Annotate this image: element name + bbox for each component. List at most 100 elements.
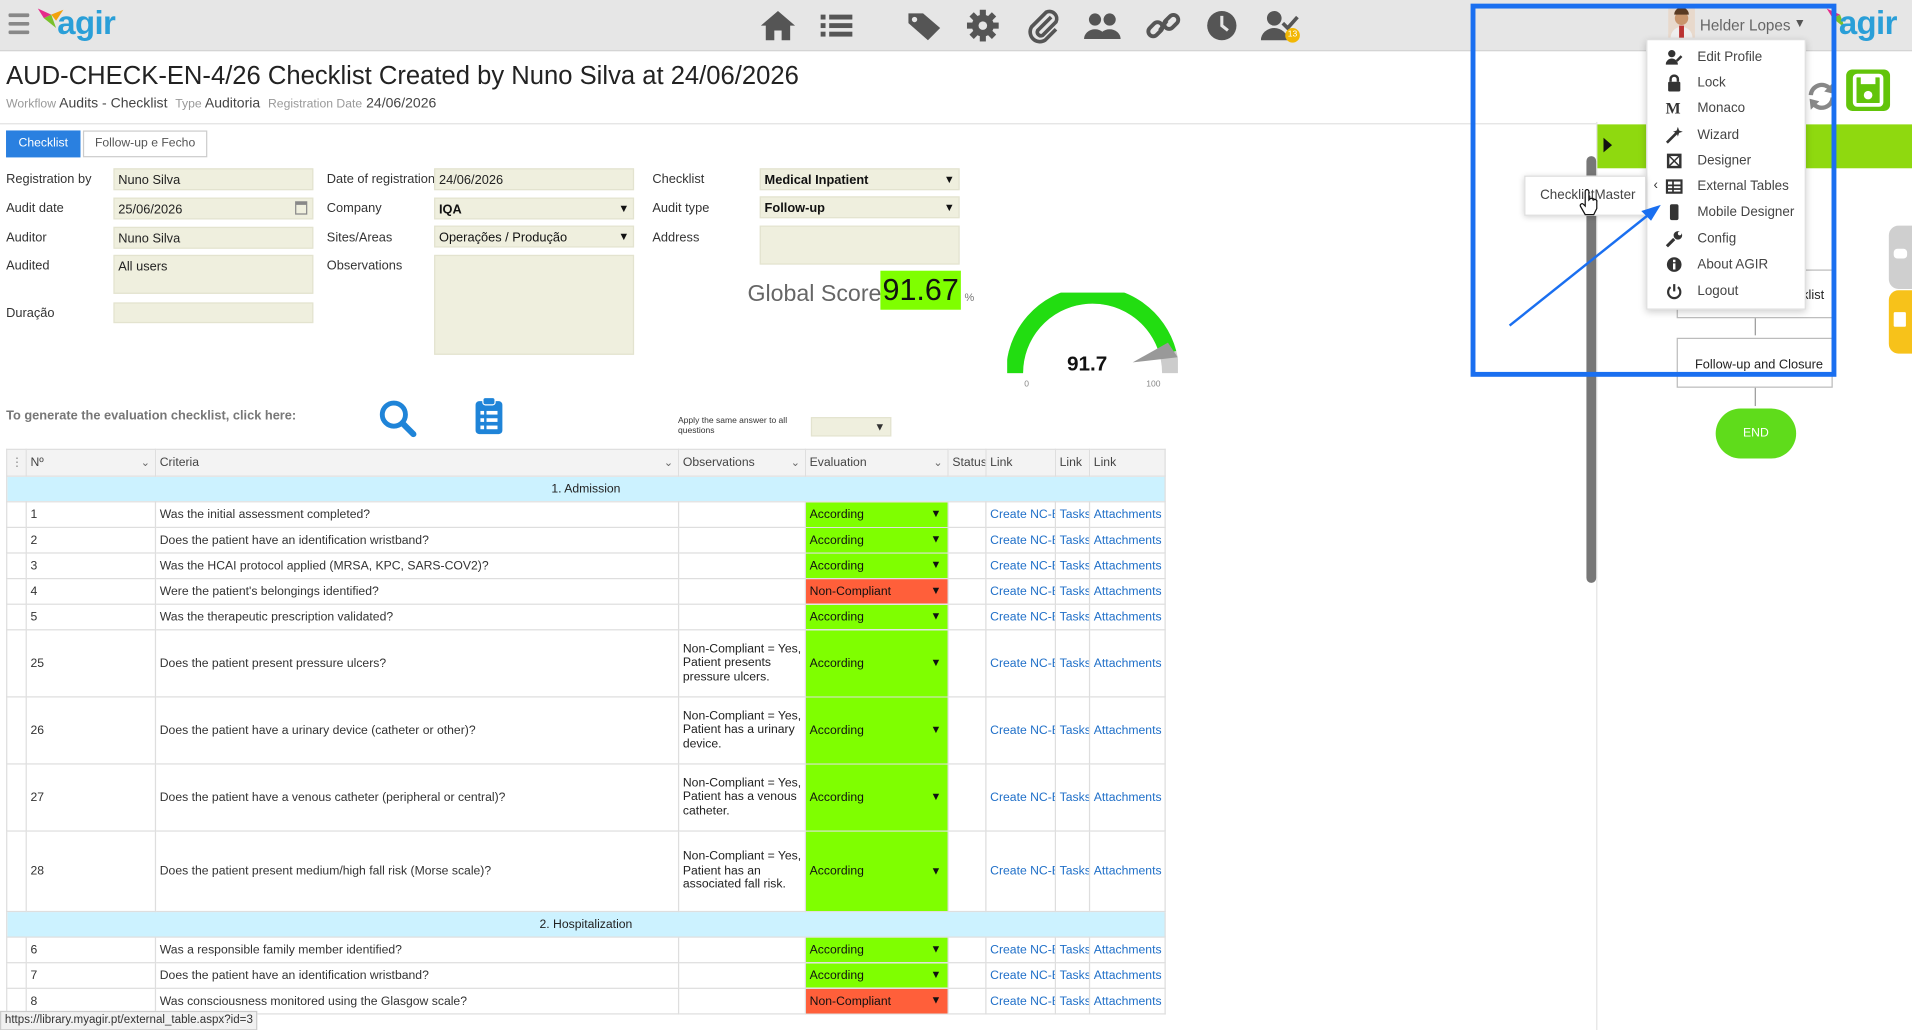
apply-same-answer-select[interactable]: ▼ bbox=[810, 417, 892, 437]
tab-checklist[interactable]: Checklist bbox=[6, 130, 81, 158]
create-nc-link[interactable]: Create NC-E bbox=[985, 987, 1056, 1015]
tasks-link[interactable]: Tasks bbox=[1054, 696, 1091, 765]
create-nc-link[interactable]: Create NC-E bbox=[985, 962, 1056, 989]
col-header-evaluation[interactable]: Evaluation ⌄ bbox=[804, 448, 949, 477]
paperclip-icon[interactable] bbox=[1024, 7, 1063, 44]
chat-side-tab[interactable] bbox=[1888, 225, 1912, 289]
col-header-link-2[interactable]: Link bbox=[1054, 448, 1091, 477]
attachments-link[interactable]: Attachments bbox=[1088, 501, 1166, 528]
row-observations[interactable] bbox=[677, 987, 807, 1015]
attachments-link[interactable]: Attachments bbox=[1088, 763, 1166, 832]
row-observations[interactable] bbox=[677, 552, 807, 580]
column-menu-icon[interactable]: ⋮ bbox=[6, 448, 27, 477]
registration-by-field[interactable]: Nuno Silva bbox=[113, 168, 314, 191]
row-evaluation-select[interactable]: According ▼ bbox=[804, 763, 949, 832]
tasks-link[interactable]: Tasks bbox=[1054, 962, 1091, 989]
attachments-link[interactable]: Attachments bbox=[1088, 552, 1166, 580]
sites-areas-select[interactable]: Operações / Produção ▼ bbox=[434, 225, 635, 248]
checklist-select[interactable]: Medical Inpatient ▼ bbox=[759, 168, 960, 191]
attachments-link[interactable]: Attachments bbox=[1088, 962, 1166, 989]
address-field[interactable] bbox=[759, 225, 960, 265]
audit-date-field[interactable]: 25/06/2026 bbox=[113, 197, 314, 220]
tasks-link[interactable]: Tasks bbox=[1054, 830, 1091, 913]
users-icon[interactable] bbox=[1083, 7, 1122, 44]
workflow-end[interactable]: END bbox=[1715, 408, 1797, 459]
row-observations[interactable]: Non-Compliant = Yes, Patient has a urina… bbox=[677, 696, 807, 765]
row-evaluation-select[interactable]: According ▼ bbox=[804, 936, 949, 964]
menu-item-external-tables[interactable]: ‹ External Tables bbox=[1647, 174, 1807, 200]
row-evaluation-select[interactable]: According ▼ bbox=[804, 603, 949, 631]
create-nc-link[interactable]: Create NC-E bbox=[985, 830, 1056, 913]
col-header-link-3[interactable]: Link bbox=[1088, 448, 1166, 477]
notes-side-tab[interactable] bbox=[1888, 290, 1912, 354]
create-nc-link[interactable]: Create NC-E bbox=[985, 552, 1056, 580]
list-icon[interactable] bbox=[817, 7, 856, 44]
attachments-link[interactable]: Attachments bbox=[1088, 936, 1166, 964]
tasks-link[interactable]: Tasks bbox=[1054, 603, 1091, 631]
row-observations[interactable] bbox=[677, 962, 807, 989]
home-icon[interactable] bbox=[758, 7, 797, 44]
tasks-link[interactable]: Tasks bbox=[1054, 629, 1091, 698]
row-observations[interactable] bbox=[677, 603, 807, 631]
row-observations[interactable]: Non-Compliant = Yes, Patient has an asso… bbox=[677, 830, 807, 913]
clipboard-icon[interactable] bbox=[473, 396, 505, 435]
col-header-observations[interactable]: Observations ⌄ bbox=[677, 448, 807, 477]
row-observations[interactable] bbox=[677, 936, 807, 964]
menu-item-config[interactable]: Config bbox=[1647, 227, 1807, 253]
user-check-icon[interactable]: 13 bbox=[1260, 7, 1300, 44]
search-icon[interactable] bbox=[378, 399, 417, 438]
create-nc-link[interactable]: Create NC-E bbox=[985, 936, 1056, 964]
date-of-registration-field[interactable]: 24/06/2026 bbox=[434, 168, 635, 191]
attachments-link[interactable]: Attachments bbox=[1088, 696, 1166, 765]
calendar-icon[interactable] bbox=[295, 201, 308, 215]
row-evaluation-select[interactable]: Non-Compliant ▼ bbox=[804, 577, 949, 605]
menu-item-wizard[interactable]: Wizard bbox=[1647, 123, 1807, 149]
create-nc-link[interactable]: Create NC-E bbox=[985, 501, 1056, 528]
link-icon[interactable] bbox=[1144, 7, 1183, 44]
row-evaluation-select[interactable]: According ▼ bbox=[804, 501, 949, 528]
attachments-link[interactable]: Attachments bbox=[1088, 526, 1166, 554]
create-nc-link[interactable]: Create NC-E bbox=[985, 603, 1056, 631]
auditor-field[interactable]: Nuno Silva bbox=[113, 226, 314, 249]
row-observations[interactable] bbox=[677, 577, 807, 605]
col-header-criteria[interactable]: Criteria ⌄ bbox=[154, 448, 680, 477]
hamburger-menu-icon[interactable] bbox=[8, 13, 30, 34]
row-observations[interactable]: Non-Compliant = Yes, Patient presents pr… bbox=[677, 629, 807, 698]
menu-item-lock[interactable]: Lock bbox=[1647, 71, 1807, 97]
create-nc-link[interactable]: Create NC-E bbox=[985, 763, 1056, 832]
row-evaluation-select[interactable]: According ▼ bbox=[804, 526, 949, 554]
attachments-link[interactable]: Attachments bbox=[1088, 830, 1166, 913]
duracao-field[interactable] bbox=[113, 302, 314, 324]
tags-icon[interactable] bbox=[905, 7, 944, 44]
attachments-link[interactable]: Attachments bbox=[1088, 577, 1166, 605]
tasks-link[interactable]: Tasks bbox=[1054, 577, 1091, 605]
gear-icon[interactable] bbox=[963, 7, 1002, 44]
tasks-link[interactable]: Tasks bbox=[1054, 552, 1091, 580]
create-nc-link[interactable]: Create NC-E bbox=[985, 526, 1056, 554]
audited-field[interactable]: All users bbox=[113, 254, 314, 294]
tab-follow-up[interactable]: Follow-up e Fecho bbox=[82, 130, 208, 158]
row-evaluation-select[interactable]: According ▼ bbox=[804, 552, 949, 580]
col-header-number[interactable]: Nº ⌄ bbox=[25, 448, 157, 477]
create-nc-link[interactable]: Create NC-E bbox=[985, 577, 1056, 605]
row-evaluation-select[interactable]: Non-Compliant ▼ bbox=[804, 987, 949, 1015]
tasks-link[interactable]: Tasks bbox=[1054, 987, 1091, 1015]
audit-type-select[interactable]: Follow-up ▼ bbox=[759, 196, 960, 219]
observations-textarea[interactable] bbox=[434, 254, 635, 355]
row-evaluation-select[interactable]: According ▼ bbox=[804, 962, 949, 989]
menu-item-monaco[interactable]: M Monaco bbox=[1647, 96, 1807, 122]
row-observations[interactable] bbox=[677, 501, 807, 528]
attachments-link[interactable]: Attachments bbox=[1088, 629, 1166, 698]
create-nc-link[interactable]: Create NC-E bbox=[985, 696, 1056, 765]
col-header-status[interactable]: Status bbox=[947, 448, 987, 477]
create-nc-link[interactable]: Create NC-E bbox=[985, 629, 1056, 698]
row-evaluation-select[interactable]: According ▼ bbox=[804, 629, 949, 698]
menu-item-about-agir[interactable]: About AGIR bbox=[1647, 252, 1807, 278]
row-observations[interactable]: Non-Compliant = Yes, Patient has a venou… bbox=[677, 763, 807, 832]
tasks-link[interactable]: Tasks bbox=[1054, 501, 1091, 528]
col-header-link-1[interactable]: Link bbox=[985, 448, 1056, 477]
company-select[interactable]: IQA ▼ bbox=[434, 197, 635, 220]
row-observations[interactable] bbox=[677, 526, 807, 554]
save-icon[interactable] bbox=[1846, 69, 1891, 111]
clock-icon[interactable] bbox=[1202, 7, 1241, 44]
